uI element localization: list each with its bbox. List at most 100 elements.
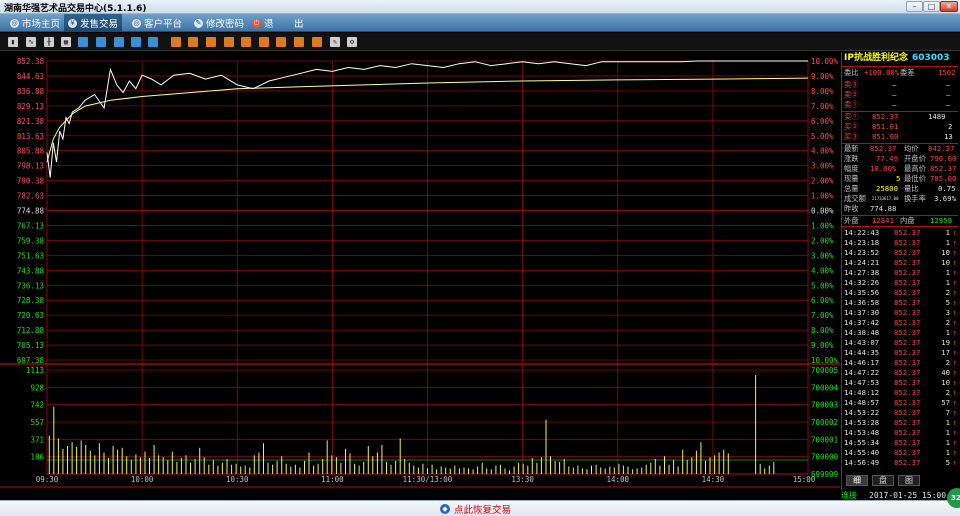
minimize-button[interactable]: – bbox=[906, 1, 923, 12]
price-tick-label: 736.13 bbox=[17, 281, 44, 290]
up-arrow-icon: ↑ bbox=[952, 378, 957, 387]
prev-value: 774.88 bbox=[870, 204, 897, 213]
tool-icon-10[interactable] bbox=[241, 37, 251, 47]
buy-vol: 13 bbox=[944, 132, 953, 141]
price-tick-label: 728.38 bbox=[17, 296, 45, 305]
volume-right-tick-label: 700003 bbox=[811, 401, 838, 410]
pct-tick-label: 3.00% bbox=[811, 162, 834, 171]
close-button[interactable]: ✕ bbox=[940, 1, 958, 12]
tool-icon-9[interactable] bbox=[224, 37, 234, 47]
weicha-value: 1502 bbox=[938, 68, 956, 77]
tick-price: 852.37 bbox=[894, 428, 921, 437]
buy-vol: 1489 bbox=[928, 112, 946, 121]
tool-icon-7[interactable] bbox=[188, 37, 198, 47]
menu-bar: ◎ 市场主页 ¥ 发售交易 ◎ 客户平台 ✎ 修改密码 ⏻ 退出 bbox=[0, 14, 960, 32]
restore-icon: ◆ bbox=[440, 504, 450, 514]
change-label: 涨跌 bbox=[844, 154, 859, 163]
amount-value: 21733617.00 bbox=[872, 196, 899, 201]
tool-icon-14[interactable] bbox=[312, 37, 322, 47]
menu-item-5[interactable]: 出 bbox=[290, 14, 308, 32]
tool-icon-3[interactable] bbox=[114, 37, 124, 47]
tick-vol: 1 bbox=[945, 268, 950, 277]
tool-icon-11[interactable] bbox=[259, 37, 269, 47]
tick-time: 14:46:17 bbox=[844, 358, 880, 367]
menu-item-3[interactable]: ✎ 修改密码 bbox=[190, 14, 248, 32]
key-icon: ✎ bbox=[194, 18, 203, 28]
tick-row: 14:43:07 852.37 19 ↑ bbox=[842, 338, 958, 348]
tick-row: 14:55:34 852.37 1 ↑ bbox=[842, 438, 958, 448]
up-arrow-icon: ↑ bbox=[952, 398, 957, 407]
price-tick-label: 705.13 bbox=[17, 341, 44, 350]
quote-row: 涨跌 77.49 开盘价 790.00 bbox=[842, 154, 958, 164]
tick-price: 852.37 bbox=[894, 258, 921, 267]
up-arrow-icon: ↑ bbox=[952, 298, 957, 307]
buy-row: 买① 852.37 1489 bbox=[842, 112, 958, 122]
tool-icon-12[interactable] bbox=[276, 37, 286, 47]
calculator-icon[interactable]: ▦ bbox=[61, 37, 71, 47]
bar-chart-icon[interactable]: ▮ bbox=[8, 37, 18, 47]
price-tick-label: 767.13 bbox=[17, 221, 44, 230]
menu-item-1[interactable]: ¥ 发售交易 bbox=[64, 14, 123, 32]
tick-vol: 1 bbox=[945, 448, 950, 457]
change-value: 77.49 bbox=[876, 154, 898, 163]
instrument-name: IP抗战胜利纪念 bbox=[844, 53, 908, 63]
notification-badge[interactable]: 32 bbox=[947, 488, 960, 508]
tick-vol: 2 bbox=[945, 388, 950, 397]
high-value: 852.37 bbox=[930, 164, 957, 173]
side-tab-1[interactable]: 盘 bbox=[872, 475, 894, 486]
tick-vol: 10 bbox=[941, 258, 950, 267]
tick-time: 14:22:43 bbox=[844, 228, 880, 237]
volume-tick-label: 928 bbox=[30, 383, 44, 392]
gear-icon[interactable]: ⚙ bbox=[347, 37, 357, 47]
tick-vol: 19 bbox=[941, 338, 950, 347]
tick-vol: 7 bbox=[945, 408, 950, 417]
tool-icon-8[interactable] bbox=[206, 37, 216, 47]
buy-label: 买③ bbox=[844, 132, 859, 141]
side-tab-0[interactable]: 细 bbox=[846, 475, 868, 486]
volume-right-tick-label: 700002 bbox=[811, 418, 838, 427]
maximize-button[interactable]: □ bbox=[923, 1, 940, 12]
tick-row: 14:53:28 852.37 1 ↑ bbox=[842, 418, 958, 428]
side-tab-2[interactable]: 图 bbox=[898, 475, 920, 486]
tick-time: 14:24:21 bbox=[844, 258, 880, 267]
tool-icon-5[interactable] bbox=[148, 37, 158, 47]
quote-row: 总量 25800 量比 0.75 bbox=[842, 184, 958, 194]
menu-item-0[interactable]: ◎ 市场主页 bbox=[6, 14, 64, 32]
up-arrow-icon: ↑ bbox=[952, 238, 957, 247]
pct-tick-label: 7.00% bbox=[811, 311, 834, 320]
tick-row: 14:46:17 852.37 2 ↑ bbox=[842, 358, 958, 368]
tick-price: 852.37 bbox=[894, 318, 921, 327]
tool-icon-2[interactable] bbox=[96, 37, 106, 47]
up-arrow-icon: ↑ bbox=[952, 428, 957, 437]
outer-value: 12841 bbox=[872, 216, 894, 225]
turnover-value: 3.69% bbox=[934, 194, 956, 203]
volume-right-tick-label: 699999 bbox=[811, 470, 838, 479]
restore-trading-link[interactable]: ◆ 点此恢复交易 bbox=[440, 503, 511, 516]
candle-icon[interactable]: ╫ bbox=[44, 37, 54, 47]
tool-icon-13[interactable] bbox=[294, 37, 304, 47]
up-arrow-icon: ↑ bbox=[952, 318, 957, 327]
volume-tick-label: 1113 bbox=[26, 366, 44, 375]
buy-price: 851.01 bbox=[872, 122, 899, 131]
inner-label: 内盘 bbox=[900, 216, 915, 225]
tool-icon-1[interactable] bbox=[78, 37, 88, 47]
menu-item-2[interactable]: ◎ 客户平台 bbox=[128, 14, 186, 32]
tool-icon-4[interactable] bbox=[131, 37, 141, 47]
sell-label: 卖② bbox=[844, 90, 859, 99]
tick-row: 14:48:57 852.37 57 ↑ bbox=[842, 398, 958, 408]
pct-tick-label: 8.00% bbox=[811, 326, 834, 335]
pencil-icon[interactable]: ✎ bbox=[330, 37, 340, 47]
tick-vol: 2 bbox=[945, 288, 950, 297]
ratio-label: 量比 bbox=[904, 184, 919, 193]
tick-row: 14:23:52 852.37 10 ↑ bbox=[842, 248, 958, 258]
menu-item-4[interactable]: ⏻ 退 bbox=[248, 14, 278, 32]
tick-row: 14:37:30 852.37 3 ↑ bbox=[842, 308, 958, 318]
buy-vol: 2 bbox=[948, 122, 953, 131]
tool-icon-6[interactable] bbox=[171, 37, 181, 47]
tick-row: 14:44:35 852.37 17 ↑ bbox=[842, 348, 958, 358]
weibi-row: 委比 +100.00% 委差 1502 bbox=[842, 68, 958, 78]
price-tick-label: 829.13 bbox=[17, 102, 44, 111]
tick-price: 852.37 bbox=[894, 248, 921, 257]
line-chart-icon[interactable]: ∿ bbox=[26, 37, 36, 47]
latest-label: 最新 bbox=[844, 144, 859, 153]
